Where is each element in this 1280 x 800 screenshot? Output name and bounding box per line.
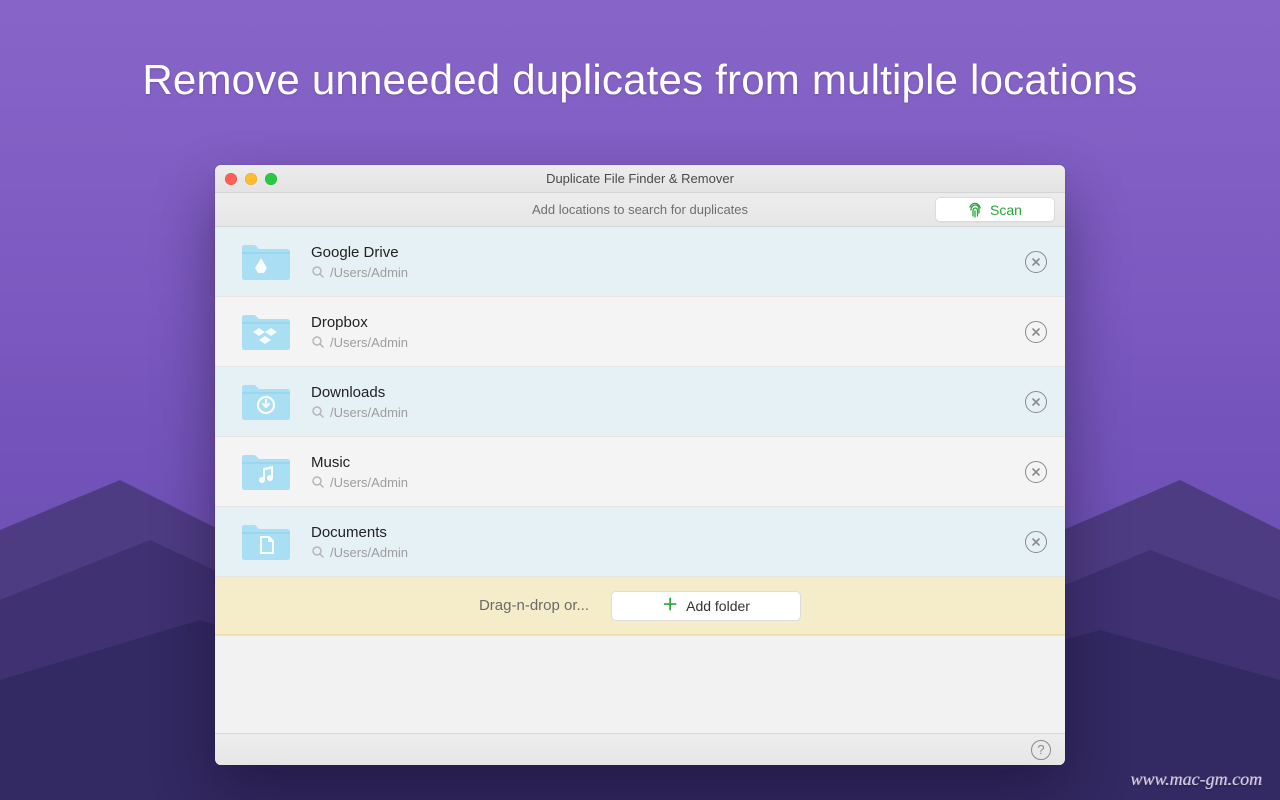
titlebar: Duplicate File Finder & Remover: [215, 165, 1065, 193]
add-folder-label: Add folder: [686, 598, 750, 614]
remove-location-button[interactable]: [1025, 321, 1047, 343]
location-name: Google Drive: [311, 244, 1025, 261]
remove-location-button[interactable]: [1025, 391, 1047, 413]
location-path: /Users/Admin: [311, 545, 1025, 560]
location-name: Downloads: [311, 384, 1025, 401]
footer: ?: [215, 733, 1065, 765]
location-text: Music/Users/Admin: [311, 454, 1025, 490]
plus-icon: ＋: [662, 598, 678, 614]
folder-music-icon: [239, 450, 293, 494]
marketing-headline: Remove unneeded duplicates from multiple…: [0, 56, 1280, 104]
magnifier-icon: [311, 335, 325, 349]
location-path-text: /Users/Admin: [330, 545, 408, 560]
remove-location-button[interactable]: [1025, 461, 1047, 483]
window-spacer: [215, 635, 1065, 733]
location-row[interactable]: Dropbox/Users/Admin: [215, 297, 1065, 367]
location-path-text: /Users/Admin: [330, 265, 408, 280]
window-title: Duplicate File Finder & Remover: [215, 171, 1065, 186]
help-button[interactable]: ?: [1031, 740, 1051, 760]
location-path: /Users/Admin: [311, 265, 1025, 280]
locations-list: Google Drive/Users/Admin Dropbox/Users/A…: [215, 227, 1065, 577]
location-name: Music: [311, 454, 1025, 471]
location-path-text: /Users/Admin: [330, 405, 408, 420]
location-path-text: /Users/Admin: [330, 335, 408, 350]
folder-documents-icon: [239, 520, 293, 564]
scan-button[interactable]: Scan: [935, 197, 1055, 222]
location-row[interactable]: Downloads/Users/Admin: [215, 367, 1065, 437]
folder-dropbox-icon: [239, 310, 293, 354]
folder-google-drive-icon: [239, 240, 293, 284]
watermark: www.mac-gm.com: [1130, 769, 1262, 790]
magnifier-icon: [311, 265, 325, 279]
magnifier-icon: [311, 475, 325, 489]
location-path: /Users/Admin: [311, 405, 1025, 420]
drop-hint: Drag-n-drop or...: [479, 597, 589, 614]
location-row[interactable]: Documents/Users/Admin: [215, 507, 1065, 577]
drop-zone[interactable]: Drag-n-drop or... ＋ Add folder: [215, 577, 1065, 635]
location-text: Downloads/Users/Admin: [311, 384, 1025, 420]
folder-downloads-icon: [239, 380, 293, 424]
location-name: Documents: [311, 524, 1025, 541]
location-row[interactable]: Music/Users/Admin: [215, 437, 1065, 507]
location-row[interactable]: Google Drive/Users/Admin: [215, 227, 1065, 297]
location-path: /Users/Admin: [311, 475, 1025, 490]
location-text: Dropbox/Users/Admin: [311, 314, 1025, 350]
magnifier-icon: [311, 405, 325, 419]
magnifier-icon: [311, 545, 325, 559]
remove-location-button[interactable]: [1025, 531, 1047, 553]
location-path: /Users/Admin: [311, 335, 1025, 350]
toolbar: Add locations to search for duplicates S…: [215, 193, 1065, 227]
remove-location-button[interactable]: [1025, 251, 1047, 273]
location-text: Documents/Users/Admin: [311, 524, 1025, 560]
fingerprint-icon: [968, 202, 982, 218]
add-folder-button[interactable]: ＋ Add folder: [611, 591, 801, 621]
location-text: Google Drive/Users/Admin: [311, 244, 1025, 280]
scan-button-label: Scan: [990, 202, 1022, 218]
toolbar-hint: Add locations to search for duplicates: [532, 202, 748, 217]
location-name: Dropbox: [311, 314, 1025, 331]
location-path-text: /Users/Admin: [330, 475, 408, 490]
app-window: Duplicate File Finder & Remover Add loca…: [215, 165, 1065, 765]
